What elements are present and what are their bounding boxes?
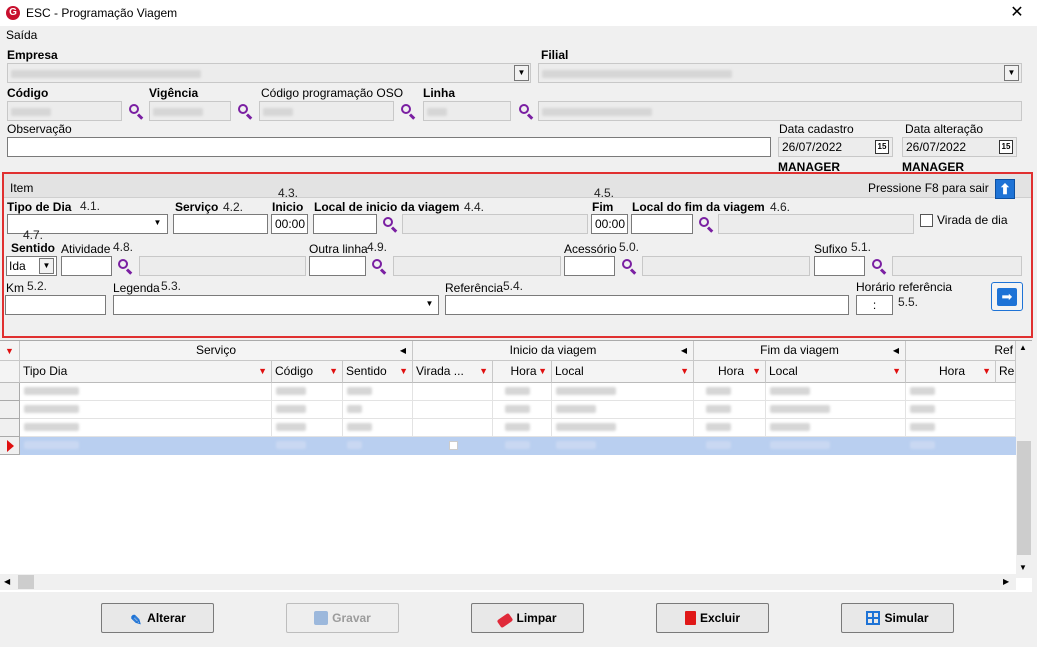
row-header[interactable] (0, 419, 20, 437)
close-icon[interactable]: ✕ (1006, 3, 1028, 23)
calendar-icon[interactable]: 15 (875, 140, 889, 154)
col-re[interactable]: Re (996, 361, 1016, 383)
row-header[interactable] (0, 437, 20, 455)
vertical-scrollbar[interactable]: ▲ ▼ (1016, 341, 1032, 578)
limpar-button[interactable]: Limpar (471, 603, 584, 633)
col-local-fim[interactable]: Local ▼ (766, 361, 906, 383)
col-sentido[interactable]: Sentido ▼ (343, 361, 413, 383)
codigo-oso-field[interactable] (259, 101, 394, 121)
empresa-label: Empresa (7, 48, 58, 62)
col-local-inicio[interactable]: Local ▼ (552, 361, 694, 383)
linha-description-field (538, 101, 1022, 121)
table-row[interactable] (0, 419, 1016, 437)
horizontal-scrollbar[interactable]: ◀ ▶ (0, 574, 1016, 590)
empresa-dropdown-icon[interactable]: ▼ (514, 65, 529, 81)
group-header-fim: Fim da viagem ◀ (694, 341, 906, 361)
col-virada[interactable]: Virada ... ▼ (413, 361, 493, 383)
simular-button[interactable]: Simular (841, 603, 954, 633)
data-alteracao-label: Data alteração (905, 122, 984, 136)
codigo-field[interactable] (7, 101, 122, 121)
col-codigo[interactable]: Código ▼ (272, 361, 343, 383)
scroll-left-icon[interactable]: ◀ (4, 577, 10, 586)
collapse-left-icon[interactable]: ◀ (681, 341, 687, 360)
collapse-left-icon[interactable]: ◀ (400, 341, 406, 360)
group-header-servico: Serviço ◀ (20, 341, 413, 361)
col-hora-ref[interactable]: Hora ▼ (906, 361, 996, 383)
empresa-select[interactable] (7, 63, 531, 83)
vigencia-field[interactable] (149, 101, 231, 121)
excluir-button[interactable]: Excluir (656, 603, 769, 633)
alterar-button[interactable]: ✎ Alterar (101, 603, 214, 633)
filter-icon: ▼ (892, 366, 901, 376)
data-cadastro-label: Data cadastro (779, 122, 854, 136)
save-icon (314, 611, 329, 625)
linha-field[interactable] (423, 101, 511, 121)
group-header-inicio: Inicio da viagem ◀ (413, 341, 694, 361)
filter-icon: ▼ (680, 366, 689, 376)
table-row[interactable] (0, 383, 1016, 401)
group-header-ref: Ref (906, 341, 1016, 361)
calendar-icon[interactable]: 15 (999, 140, 1013, 154)
table-row-selected[interactable] (0, 437, 1016, 455)
trips-grid[interactable]: ▼ Serviço ◀ Inicio da viagem ◀ Fim da viag… (0, 340, 1032, 592)
vigencia-label: Vigência (149, 86, 199, 100)
table-row[interactable] (0, 401, 1016, 419)
filter-icon: ▼ (479, 366, 488, 376)
codigo-oso-label: Código programação OSO (261, 86, 404, 100)
grid-icon (866, 611, 881, 625)
row-header[interactable] (0, 383, 20, 401)
filter-icon: ▼ (538, 366, 547, 376)
collapse-left-icon[interactable]: ◀ (893, 341, 899, 360)
row-header-blank (0, 361, 20, 383)
filial-label: Filial (541, 48, 569, 62)
col-hora-fim[interactable]: Hora ▼ (694, 361, 766, 383)
window-title: ESC - Programação Viagem (26, 6, 178, 20)
col-hora-inicio[interactable]: Hora ▼ (493, 361, 552, 383)
app-logo-icon: G (6, 6, 20, 20)
observacao-label: Observação (7, 122, 72, 136)
row-header[interactable] (0, 401, 20, 419)
linha-search-icon[interactable] (518, 103, 534, 119)
filter-icon: ▼ (329, 366, 338, 376)
linha-label: Linha (423, 86, 455, 100)
horizontal-scroll-thumb[interactable] (18, 575, 34, 589)
filter-icon: ▼ (258, 366, 267, 376)
current-row-indicator-icon (7, 440, 14, 452)
scroll-right-icon[interactable]: ▶ (1003, 577, 1009, 586)
vigencia-search-icon[interactable] (237, 103, 253, 119)
pencil-icon: ✎ (130, 612, 143, 628)
filter-icon: ▼ (399, 366, 408, 376)
filter-icon: ▼ (752, 366, 761, 376)
observacao-field[interactable] (7, 137, 771, 157)
highlight-box (2, 172, 1033, 338)
eraser-icon (497, 612, 514, 629)
filial-select[interactable] (538, 63, 1022, 83)
virada-checkbox[interactable] (449, 441, 458, 450)
menu-saida[interactable]: Saída (6, 28, 37, 42)
gravar-button[interactable]: Gravar (286, 603, 399, 633)
vertical-scroll-thumb[interactable] (1017, 441, 1031, 555)
col-tipo-dia[interactable]: Tipo Dia ▼ (20, 361, 272, 383)
filial-dropdown-icon[interactable]: ▼ (1004, 65, 1019, 81)
scroll-down-icon[interactable]: ▼ (1019, 563, 1027, 572)
codigo-label: Código (7, 86, 49, 100)
codigo-oso-search-icon[interactable] (400, 103, 416, 119)
scroll-up-icon[interactable]: ▲ (1019, 343, 1027, 352)
trash-icon (684, 611, 696, 625)
codigo-search-icon[interactable] (128, 103, 144, 119)
filter-down-icon[interactable]: ▼ (5, 346, 14, 356)
grid-corner: ▼ (0, 341, 20, 361)
filter-icon: ▼ (982, 366, 991, 376)
